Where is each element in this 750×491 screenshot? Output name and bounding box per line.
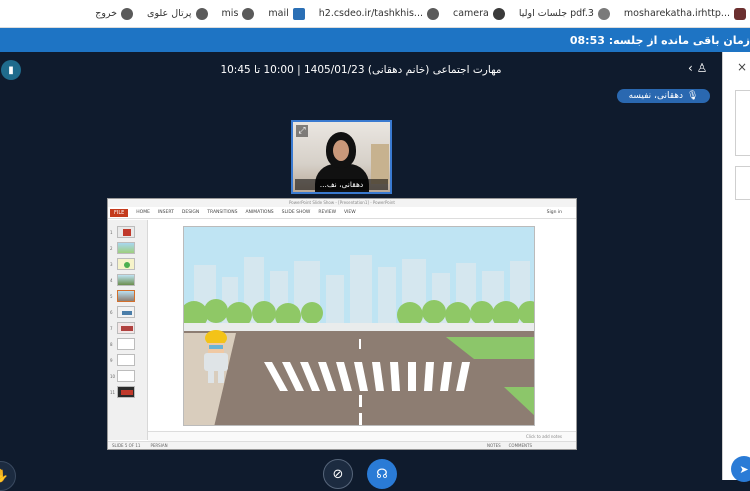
- presenter-tag[interactable]: 🎙 دهقانی، نفیسه: [617, 89, 710, 103]
- pdf-icon: [597, 7, 610, 20]
- bookmark-exit[interactable]: خروج: [95, 7, 134, 20]
- tab-view[interactable]: VIEW: [344, 210, 356, 215]
- panel-card[interactable]: [735, 90, 750, 156]
- thumb-number: 11: [110, 390, 116, 395]
- bookmark-pdf[interactable]: جلسات اولیا pdf.3: [518, 7, 610, 20]
- street-crossing-illustration: [184, 227, 534, 425]
- bookmark-site-icon: [734, 7, 746, 20]
- file-tab[interactable]: FILE: [110, 208, 129, 217]
- slide-thumbnail-active[interactable]: [117, 290, 135, 302]
- bookmarks-bar: mosharekatha.irhttp... جلسات اولیا pdf.3…: [0, 0, 750, 28]
- raise-hand-button[interactable]: ✋: [0, 461, 16, 491]
- meeting-stage: ▮ مهارت اجتماعی (خانم دهقانی) 1405/01/23…: [0, 52, 722, 491]
- thumb-number: 1: [110, 230, 113, 235]
- slide-thumbnail[interactable]: [117, 322, 135, 334]
- bottom-controls: ✋ ⊘ ☊: [0, 456, 722, 491]
- mail-icon: [292, 7, 305, 20]
- webcam-video[interactable]: ⤢ دهقانی، نف...: [291, 120, 392, 194]
- close-icon[interactable]: ×: [737, 60, 747, 74]
- bookmark-label: mis: [221, 8, 239, 19]
- tab-home[interactable]: HOME: [136, 210, 150, 215]
- bookmark-label: جلسات اولیا pdf.3: [518, 8, 594, 19]
- bookmark-mail[interactable]: mail: [268, 7, 305, 20]
- camera-off-button[interactable]: ⊘: [323, 459, 353, 489]
- thumb-number: 4: [110, 278, 113, 283]
- tab-insert[interactable]: INSERT: [158, 210, 174, 215]
- send-icon: ➤: [739, 462, 749, 476]
- slide-thumbnail[interactable]: [117, 226, 135, 238]
- user-menu-button[interactable]: ‹ ♙: [688, 61, 707, 75]
- expand-icon[interactable]: ⤢: [296, 125, 308, 137]
- webcam-shelf: [371, 144, 389, 184]
- tab-transitions[interactable]: TRANSITIONS: [207, 210, 237, 215]
- globe-icon: [242, 7, 255, 20]
- bookmark-label: خروج: [95, 8, 118, 19]
- comments-button[interactable]: COMMENTS: [509, 443, 532, 448]
- shared-presentation: PowerPoint Slide Show - [Presentation1] …: [107, 198, 577, 450]
- thumb-number: 2: [110, 246, 113, 251]
- thumb-number: 7: [110, 326, 113, 331]
- tab-review[interactable]: REVIEW: [318, 210, 336, 215]
- slide-thumbnail[interactable]: [117, 354, 135, 366]
- tab-slide-show[interactable]: SLIDE SHOW: [282, 210, 311, 215]
- thumb-number: 3: [110, 262, 113, 267]
- language-indicator: PERSIAN: [150, 443, 168, 448]
- webcam-person-face: [333, 140, 349, 161]
- notes-pane[interactable]: Click to add notes: [148, 431, 576, 441]
- video-off-icon: ⊘: [332, 466, 344, 482]
- thumb-number: 9: [110, 358, 113, 363]
- slide-thumbnails: 1 2 3 4 5 6 7 8 9 10 11: [108, 220, 148, 440]
- globe-icon: [195, 7, 208, 20]
- slide-counter: SLIDE 5 OF 11: [112, 443, 141, 448]
- slide-thumbnail[interactable]: [117, 258, 135, 270]
- current-slide: [183, 226, 535, 426]
- bookmark-label: پرتال علوی: [147, 8, 192, 19]
- powerpoint-statusbar: SLIDE 5 OF 11 PERSIAN NOTES COMMENTS: [108, 441, 576, 449]
- slide-thumbnail[interactable]: [117, 370, 135, 382]
- webcam-label: دهقانی، نف...: [295, 179, 388, 190]
- bookmark-mosharekatha[interactable]: mosharekatha.irhttp...: [623, 7, 746, 20]
- camera-icon: [492, 7, 505, 20]
- panel-card[interactable]: [735, 166, 750, 200]
- powerpoint-ribbon: FILE HOME INSERT DESIGN TRANSITIONS ANIM…: [108, 207, 576, 219]
- bookmark-mis[interactable]: mis: [221, 7, 255, 20]
- bookmark-portal[interactable]: پرتال علوی: [147, 7, 208, 20]
- microphone-icon: 🎙: [687, 91, 699, 101]
- bookmark-h2csdeo[interactable]: h2.csdeo.ir/tashkhis...: [318, 7, 439, 20]
- bookmark-label: mail: [268, 8, 289, 19]
- slide-thumbnail[interactable]: [117, 242, 135, 254]
- bookmark-label: camera: [452, 8, 489, 19]
- slide-thumbnail[interactable]: [117, 274, 135, 286]
- sign-in-link[interactable]: Sign in: [547, 210, 562, 215]
- meeting-title: مهارت اجتماعی (خانم دهقانی) 1405/01/23 |…: [220, 64, 502, 76]
- time-remaining-text: زمان باقی مانده از جلسه: 08:53: [569, 33, 750, 47]
- notes-button[interactable]: NOTES: [487, 443, 501, 448]
- thumb-number: 8: [110, 342, 113, 347]
- tab-design[interactable]: DESIGN: [182, 210, 199, 215]
- user-icon: ♙: [692, 61, 708, 75]
- bookmark-camera[interactable]: camera: [452, 7, 505, 20]
- slide-thumbnail[interactable]: [117, 338, 135, 350]
- right-side-panel: × ➤: [722, 52, 750, 482]
- audio-button[interactable]: ☊: [367, 459, 397, 489]
- send-button[interactable]: ➤: [731, 456, 750, 482]
- slide-thumbnail[interactable]: [117, 386, 135, 398]
- tab-animations[interactable]: ANIMATIONS: [245, 210, 273, 215]
- bookmark-label: h2.csdeo.ir/tashkhis...: [318, 8, 423, 19]
- globe-icon: [121, 7, 134, 20]
- hand-icon: ✋: [0, 468, 10, 484]
- bookmark-label: mosharekatha.irhttp...: [623, 8, 730, 19]
- presenter-name: دهقانی، نفیسه: [628, 91, 684, 101]
- slide-thumbnail[interactable]: [117, 306, 135, 318]
- thumb-number: 5: [110, 294, 113, 299]
- headphones-icon: ☊: [376, 466, 388, 482]
- thumb-number: 10: [110, 374, 116, 379]
- powerpoint-titlebar: PowerPoint Slide Show - [Presentation1] …: [108, 199, 576, 207]
- time-remaining-banner: زمان باقی مانده از جلسه: 08:53: [0, 28, 750, 52]
- thumb-number: 6: [110, 310, 113, 315]
- globe-icon: [426, 7, 439, 20]
